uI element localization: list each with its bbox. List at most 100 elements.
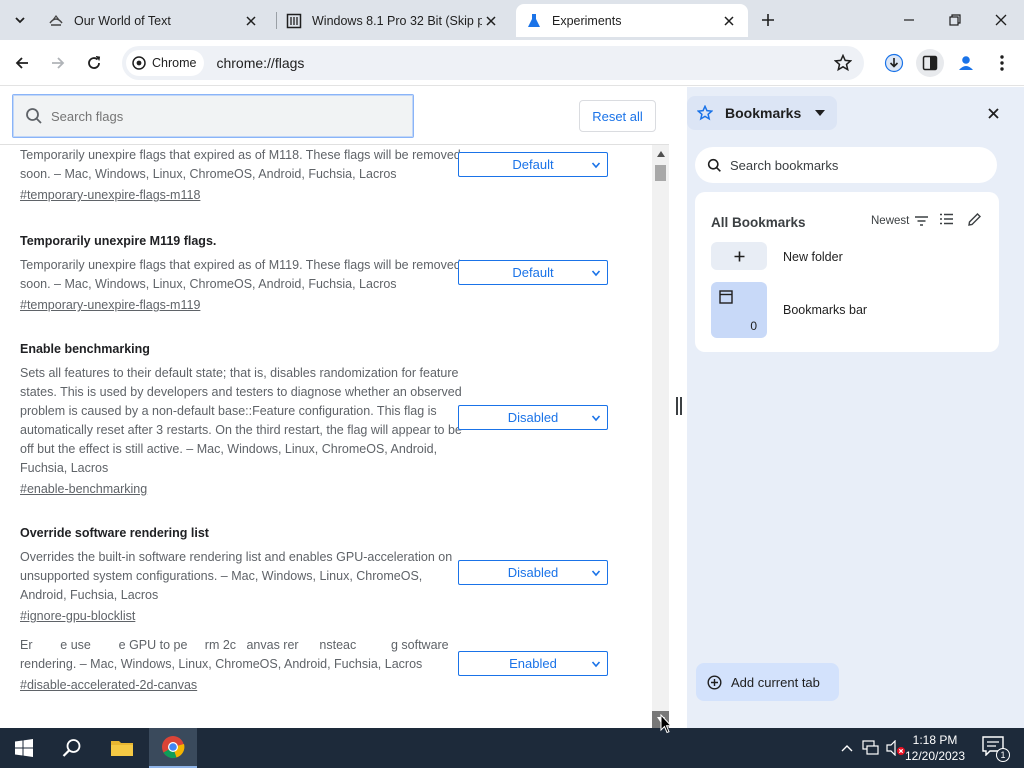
side-panel-icon <box>922 55 938 71</box>
notification-count: 1 <box>996 748 1010 762</box>
flag-link[interactable]: #temporary-unexpire-flags-m119 <box>20 296 630 315</box>
minimize-button[interactable] <box>886 6 932 34</box>
chevron-down-icon <box>591 162 601 169</box>
flag-state-select[interactable]: Default <box>458 152 608 177</box>
sort-label: Newest <box>871 215 910 227</box>
chevron-down-icon <box>591 415 601 422</box>
tab-search-button[interactable] <box>6 6 34 34</box>
resize-handle[interactable] <box>676 397 682 415</box>
bookmarks-bar-folder[interactable]: 0 <box>711 282 767 338</box>
flag-state-select[interactable]: Disabled <box>458 560 608 585</box>
close-icon[interactable] <box>482 12 500 30</box>
star-icon <box>833 53 853 72</box>
downloads-button[interactable] <box>880 49 908 77</box>
flags-search-input[interactable] <box>51 108 381 124</box>
add-current-tab-label: Add current tab <box>731 674 820 690</box>
windows-logo-icon <box>15 739 33 757</box>
back-button[interactable] <box>8 49 36 77</box>
flag-description: Temporarily unexpire flags that expired … <box>20 148 461 181</box>
scroll-up-arrow[interactable] <box>652 145 669 162</box>
site-info-chip[interactable]: Chrome <box>126 50 205 76</box>
tab-windows-81[interactable]: Windows 8.1 Pro 32 Bit (Skip p <box>276 4 510 37</box>
flag-description: Sets all features to their default state… <box>20 366 462 475</box>
action-center-button[interactable]: 1 <box>982 736 1010 762</box>
scroll-thumb[interactable] <box>655 165 666 181</box>
minimize-icon <box>904 19 914 21</box>
bookmarks-side-panel: Bookmarks Search bookmarks All Bookmarks… <box>687 87 1024 728</box>
chrome-icon <box>132 56 146 70</box>
flag-state-select[interactable]: Disabled <box>458 405 608 430</box>
search-icon <box>26 108 42 124</box>
url-text: chrome://flags <box>216 55 305 71</box>
tab-experiments[interactable]: Experiments <box>516 4 748 37</box>
file-explorer-button[interactable] <box>98 728 146 768</box>
profile-button[interactable] <box>952 49 980 77</box>
flag-description: Er e use e GPU to pe rm 2c anvas rer nst… <box>20 638 453 671</box>
bookmarks-bar-label[interactable]: Bookmarks bar <box>783 303 867 317</box>
select-value: Disabled <box>507 565 559 580</box>
side-panel-button[interactable] <box>916 49 944 77</box>
close-icon[interactable] <box>242 12 260 30</box>
close-icon[interactable] <box>720 12 738 30</box>
side-panel-title-dropdown[interactable]: Bookmarks <box>687 96 838 130</box>
arrow-right-icon <box>52 57 65 69</box>
arrow-left-icon <box>15 57 28 69</box>
folder-icon <box>111 741 133 756</box>
star-icon <box>697 105 713 121</box>
sort-dropdown[interactable]: Newest <box>871 215 929 227</box>
flags-scrollbar[interactable] <box>652 145 669 728</box>
globe-icon <box>48 13 64 29</box>
new-folder-label[interactable]: New folder <box>783 250 843 264</box>
flag-link[interactable]: #temporary-unexpire-flags-m118 <box>20 186 630 205</box>
restore-button[interactable] <box>932 6 978 34</box>
new-tab-button[interactable] <box>757 8 779 32</box>
tab-title: Experiments <box>552 13 622 28</box>
tab-our-world-of-text[interactable]: Our World of Text <box>38 4 270 37</box>
reload-button[interactable] <box>80 49 108 77</box>
page-icon <box>286 13 302 29</box>
window-close-button[interactable] <box>978 6 1024 34</box>
flag-title: Temporarily unexpire M119 flags. <box>20 234 217 248</box>
all-bookmarks-heading: All Bookmarks <box>711 215 806 230</box>
edit-pencil-icon[interactable] <box>968 213 981 226</box>
search-icon <box>707 158 721 172</box>
list-view-icon[interactable] <box>940 213 953 225</box>
bookmarks-search-placeholder: Search bookmarks <box>730 157 839 173</box>
show-hidden-icons-button[interactable] <box>838 728 856 768</box>
bookmarks-search-box[interactable]: Search bookmarks <box>695 147 997 183</box>
side-panel-header: Bookmarks <box>687 87 1024 139</box>
address-bar[interactable]: Chrome chrome://flags <box>122 46 864 80</box>
taskbar-clock[interactable]: 1:18 PM 12/20/2023 <box>900 732 970 764</box>
network-tray-icon[interactable] <box>860 728 882 768</box>
new-folder-button[interactable] <box>711 242 767 270</box>
chevron-down-icon <box>591 570 601 577</box>
tab-title: Our World of Text <box>74 13 171 28</box>
chevron-down-icon <box>15 17 25 24</box>
tab-title: Windows 8.1 Pro 32 Bit (Skip p <box>312 13 482 28</box>
side-panel-close-button[interactable] <box>984 104 1002 122</box>
menu-button[interactable] <box>988 49 1016 77</box>
chrome-icon <box>162 736 185 759</box>
flag-state-select[interactable]: Enabled <box>458 651 608 676</box>
chip-label: Chrome <box>152 56 197 70</box>
close-icon <box>995 14 1007 26</box>
start-button[interactable] <box>0 728 48 768</box>
bookmark-star-button[interactable] <box>833 53 853 75</box>
forward-button[interactable] <box>44 49 72 77</box>
flag-state-select[interactable]: Default <box>458 260 608 285</box>
flag-link[interactable]: #enable-benchmarking <box>20 480 630 499</box>
flags-search-box[interactable] <box>12 94 414 138</box>
tab-strip: Our World of Text Windows 8.1 Pro 32 Bit… <box>0 0 1024 40</box>
reset-all-button[interactable]: Reset all <box>579 100 656 132</box>
bookmarks-card: All Bookmarks Newest New folder 0 Bookma… <box>695 192 999 352</box>
flag-link[interactable]: #disable-accelerated-2d-canvas <box>20 676 630 695</box>
bookmarks-bar-count: 0 <box>750 319 757 333</box>
chrome-taskbar-button[interactable] <box>149 728 197 768</box>
add-current-tab-button[interactable]: Add current tab <box>696 663 839 701</box>
taskbar-search-button[interactable] <box>48 728 96 768</box>
flag-link[interactable]: #ignore-gpu-blocklist <box>20 607 630 626</box>
select-value: Disabled <box>507 410 559 425</box>
download-icon <box>884 53 904 73</box>
add-circle-icon <box>707 674 722 690</box>
windows-taskbar: 1:18 PM 12/20/2023 1 <box>0 728 1024 768</box>
